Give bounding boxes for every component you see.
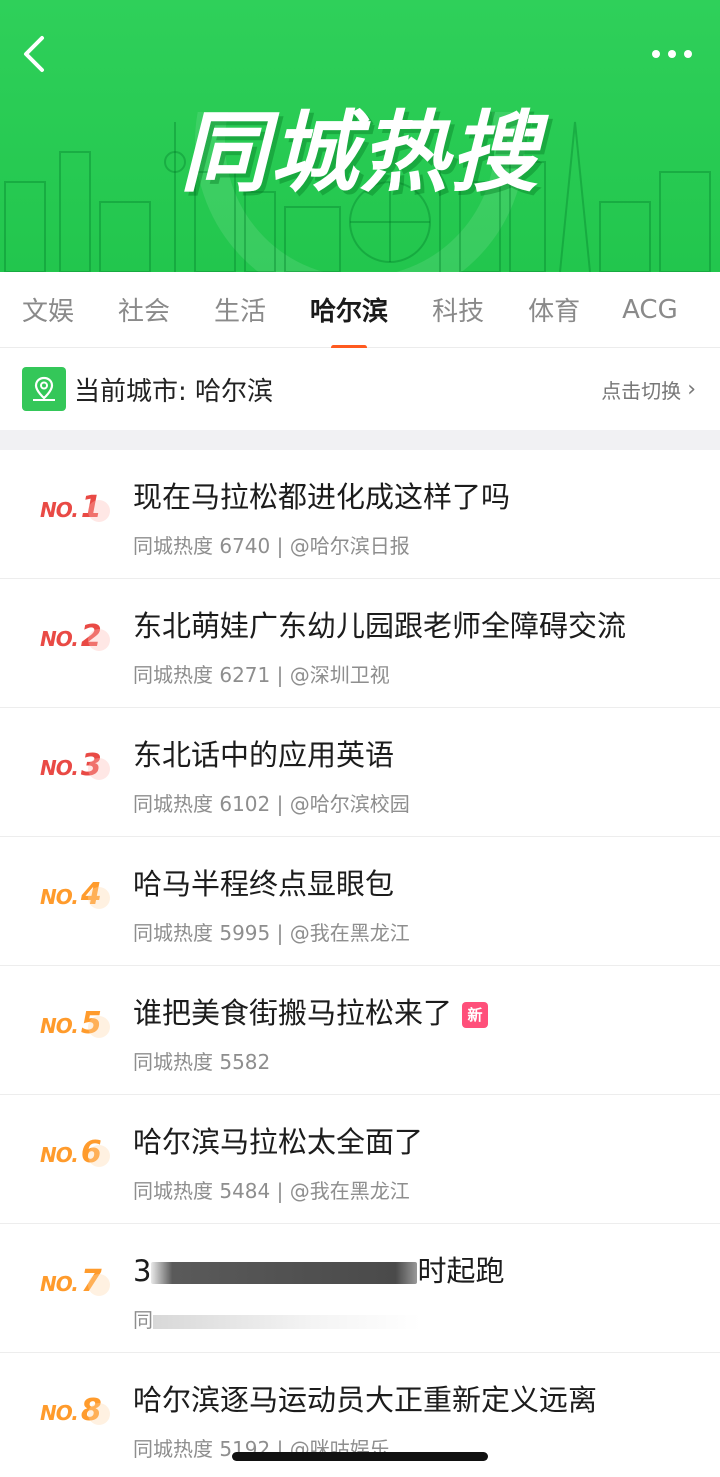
item-meta: 同城热度 6102 | @哈尔滨校园 (133, 792, 410, 816)
rank-badge: NO. 6 (40, 1135, 110, 1175)
tab-label: ACG (622, 294, 678, 325)
chevron-left-icon (24, 36, 44, 72)
current-city-bar: 当前城市: 哈尔滨 点击切换 › (0, 348, 720, 430)
header-banner: 同城热搜 (0, 0, 720, 272)
chevron-right-icon: › (687, 376, 696, 402)
rank-badge: NO. 4 (40, 877, 110, 917)
tab-technology[interactable]: 科技 (432, 291, 484, 328)
rank-badge: NO. 2 (40, 619, 110, 659)
tab-label: 科技 (432, 297, 485, 327)
tab-sports[interactable]: 体育 (528, 291, 580, 328)
back-button[interactable] (16, 32, 56, 76)
redacted-block (153, 1314, 421, 1329)
section-divider (0, 430, 720, 450)
page-title: 同城热搜 (179, 101, 540, 204)
hot-search-page: 同城热搜 文娱 社会 生活 哈尔滨 科技 体育 ACG 当前城市: 哈尔滨 点击… (0, 0, 720, 1477)
item-title-suffix: 时起跑 (417, 1254, 505, 1288)
home-indicator (232, 1452, 488, 1461)
redacted-block (151, 1262, 418, 1284)
item-title: 东北话中的应用英语 (133, 738, 395, 772)
item-title: 哈尔滨马拉松太全面了 (133, 1125, 424, 1159)
tab-society[interactable]: 社会 (118, 291, 170, 328)
item-title: 3 时起跑 (133, 1248, 504, 1290)
list-item[interactable]: NO. 5 谁把美食街搬马拉松来了新 同城热度 5582 (0, 966, 720, 1095)
hot-search-list: NO. 1 现在马拉松都进化成这样了吗 同城热度 6740 | @哈尔滨日报 NO… (0, 450, 720, 1477)
list-item[interactable]: NO. 2 东北萌娃广东幼儿园跟老师全障碍交流 同城热度 6271 | @深圳卫视 (0, 579, 720, 708)
rank-badge: NO. 8 (40, 1393, 110, 1433)
tab-label: 体育 (528, 297, 581, 327)
switch-city-button[interactable]: 点击切换 › (601, 348, 696, 430)
tab-label: 社会 (118, 297, 171, 327)
item-meta: 同城热度 5484 | @我在黑龙江 (133, 1179, 410, 1203)
item-title: 哈尔滨逐马运动员大正重新定义远离 (133, 1383, 598, 1417)
item-title-prefix: 3 (133, 1254, 152, 1288)
list-item[interactable]: NO. 7 3 时起跑 同 (0, 1224, 720, 1353)
rank-badge: NO. 1 (40, 490, 110, 530)
item-title: 东北萌娃广东幼儿园跟老师全障碍交流 (133, 609, 627, 643)
item-meta: 同城热度 6740 | @哈尔滨日报 (133, 534, 410, 558)
item-meta-prefix: 同 (133, 1308, 153, 1332)
current-city-label: 当前城市: 哈尔滨 (74, 376, 274, 407)
item-title-text: 谁把美食街搬马拉松来了 (133, 996, 453, 1030)
list-item[interactable]: NO. 1 现在马拉松都进化成这样了吗 同城热度 6740 | @哈尔滨日报 (0, 450, 720, 579)
item-title: 谁把美食街搬马拉松来了新 (133, 990, 489, 1032)
rank-badge: NO. 3 (40, 748, 110, 788)
list-item[interactable]: NO. 6 哈尔滨马拉松太全面了 同城热度 5484 | @我在黑龙江 (0, 1095, 720, 1224)
tab-life[interactable]: 生活 (214, 291, 266, 328)
switch-city-label: 点击切换 (601, 378, 682, 403)
tab-label: 文娱 (22, 297, 75, 327)
item-meta: 同 (133, 1304, 421, 1333)
item-title: 现在马拉松都进化成这样了吗 (133, 480, 511, 514)
item-meta: 同城热度 6271 | @深圳卫视 (133, 663, 390, 687)
item-meta: 同城热度 5582 (133, 1050, 271, 1074)
category-tabs: 文娱 社会 生活 哈尔滨 科技 体育 ACG (0, 272, 720, 350)
list-item[interactable]: NO. 4 哈马半程终点显眼包 同城热度 5995 | @我在黑龙江 (0, 837, 720, 966)
more-dots-icon (652, 50, 692, 58)
rank-badge: NO. 5 (40, 1006, 110, 1046)
item-title: 哈马半程终点显眼包 (133, 867, 395, 901)
new-badge: 新 (462, 1002, 489, 1028)
list-item[interactable]: NO. 3 东北话中的应用英语 同城热度 6102 | @哈尔滨校园 (0, 708, 720, 837)
tab-label: 生活 (214, 297, 267, 327)
rank-badge: NO. 7 (40, 1264, 110, 1304)
tab-entertainment[interactable]: 文娱 (22, 291, 74, 328)
tab-label: 哈尔滨 (310, 297, 389, 327)
item-meta: 同城热度 5995 | @我在黑龙江 (133, 921, 410, 945)
location-map-icon (22, 367, 66, 411)
tab-harbin[interactable]: 哈尔滨 (310, 291, 389, 350)
more-options-button[interactable] (648, 40, 698, 68)
tab-acg[interactable]: ACG (622, 295, 678, 325)
